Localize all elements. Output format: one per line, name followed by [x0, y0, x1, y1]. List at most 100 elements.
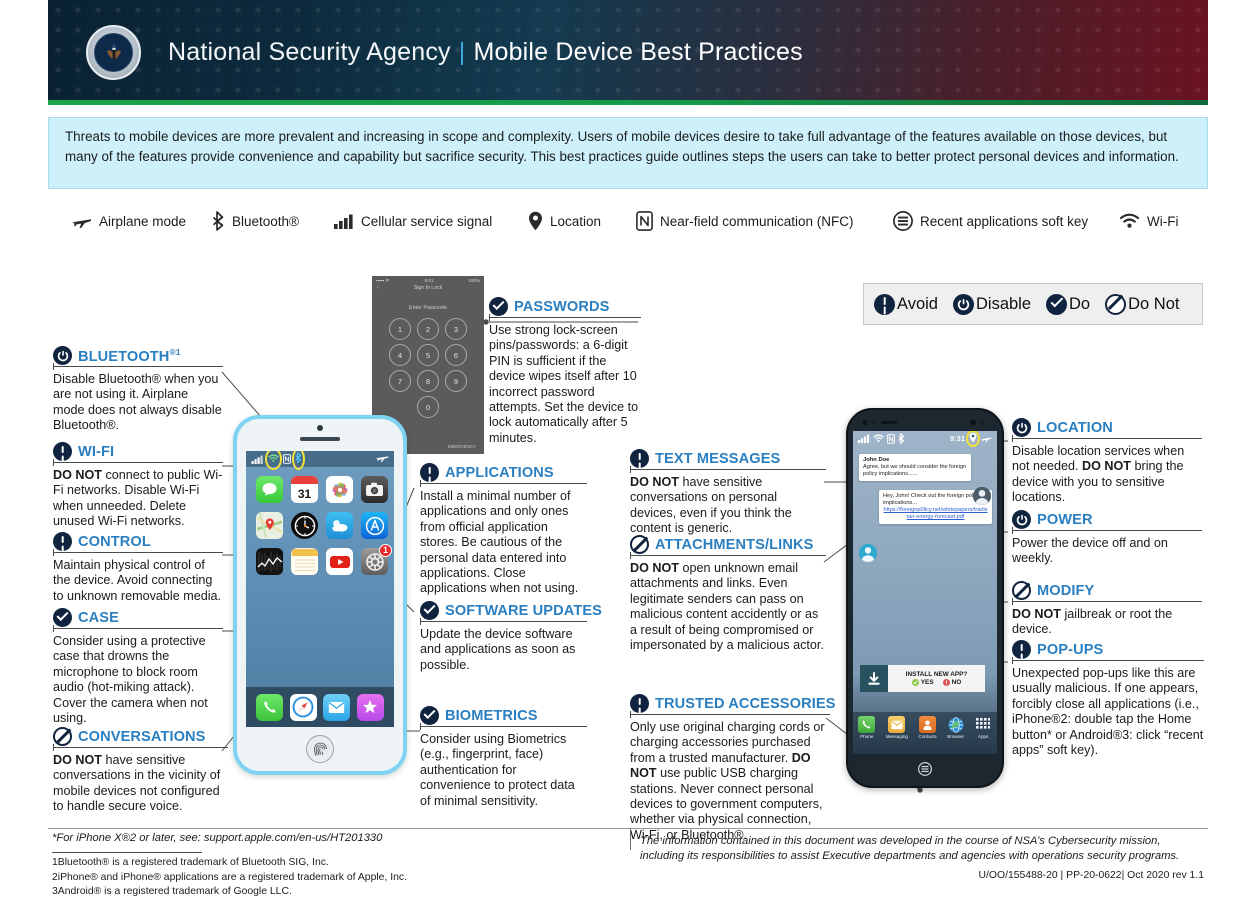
app-store-icon[interactable]	[361, 512, 388, 539]
stocks-app-icon[interactable]	[256, 548, 283, 575]
keypad-key[interactable]: 1	[389, 318, 411, 340]
footer-document-id: U/OO/155488-20 | PP-20-0622| Oct 2020 re…	[978, 870, 1204, 881]
notes-app-icon[interactable]	[291, 548, 318, 575]
callout-body-post: use public USB charging stations. Never …	[630, 766, 823, 842]
key-label: Do	[1069, 294, 1091, 313]
itunes-app-icon[interactable]	[356, 693, 384, 721]
keypad-key[interactable]: 0	[417, 396, 439, 418]
footer-trademarks: 1Bluetooth® is a registered trademark of…	[52, 852, 622, 900]
front-camera-icon	[317, 425, 323, 431]
callout-rule	[1012, 598, 1202, 605]
calendar-app-icon[interactable]: 31	[291, 476, 318, 503]
callout-rule	[630, 552, 826, 559]
do-check-icon	[489, 297, 508, 316]
keypad-key[interactable]: 6	[445, 344, 467, 366]
keypad-key[interactable]: 9	[445, 370, 467, 392]
dock-item-browser[interactable]: Browser	[947, 716, 964, 739]
keypad-key[interactable]: 4	[389, 344, 411, 366]
callout-case: CASE Consider using a protective case th…	[53, 608, 223, 726]
callout-title: TEXT MESSAGES	[655, 450, 781, 467]
camera-app-icon[interactable]	[361, 476, 388, 503]
dock-item-phone[interactable]: Phone	[858, 716, 876, 739]
callout-title-sup: ®1	[169, 346, 181, 357]
key-do: Do	[1046, 293, 1091, 315]
keypad-key[interactable]: 5	[417, 344, 439, 366]
disable-power-icon	[1012, 510, 1031, 529]
popup-yes-button[interactable]: YES	[911, 679, 934, 687]
icon-legend-row: Airplane mode Bluetooth® Cellular servic…	[62, 203, 1212, 239]
callout-rule	[1012, 527, 1202, 534]
do-not-icon	[53, 727, 72, 746]
do-not-icon	[1105, 293, 1127, 315]
callout-rule	[420, 723, 587, 730]
footer-note: *For iPhone X®2 or later, see: support.a…	[52, 832, 383, 844]
download-icon	[860, 665, 888, 692]
dock-item-contacts[interactable]: Contacts	[919, 716, 937, 739]
recent-apps-icon[interactable]	[918, 762, 932, 776]
install-app-popup[interactable]: INSTALL NEW APP? YES NO	[860, 665, 985, 692]
safari-app-icon[interactable]	[289, 693, 317, 721]
keypad-key[interactable]: 7	[389, 370, 411, 392]
keypad-key[interactable]: 8	[417, 370, 439, 392]
airplane-mode-icon	[376, 451, 389, 468]
callout-body-strong: DO NOT	[630, 475, 679, 489]
keypad-key[interactable]: 3	[445, 318, 467, 340]
airplane-mode-icon	[981, 437, 992, 443]
dock-label: Apps	[977, 734, 989, 739]
dock-label: Contacts	[918, 734, 937, 739]
dock-label: Phone	[860, 734, 874, 739]
nsa-seal	[86, 25, 141, 80]
callout-body: Power the device off and on weekly.	[1012, 536, 1168, 566]
home-button-fingerprint-icon[interactable]	[306, 735, 334, 763]
header-subtitle-text: Mobile Device Best Practices	[473, 38, 803, 66]
legend-label: Cellular service signal	[361, 213, 493, 229]
photos-app-icon[interactable]	[326, 476, 353, 503]
do-not-icon	[1012, 581, 1031, 600]
passcode-keypad[interactable]: 1 2 3 4 5 6 7 8 9 0	[372, 311, 484, 418]
wifi-icon	[873, 434, 884, 443]
clock-app-icon[interactable]	[291, 512, 318, 539]
callout-body-strong: DO NOT	[630, 561, 679, 575]
callout-rule	[53, 625, 223, 632]
key-label: Disable	[975, 294, 1032, 313]
malicious-link[interactable]: https://foreignp0licy.net/whitepapers/tr…	[883, 507, 988, 521]
callout-body-strong: DO NOT	[53, 753, 102, 767]
avoid-icon	[53, 532, 72, 551]
mail-app-icon[interactable]	[323, 693, 351, 721]
lockscreen-statusbar: ▪▪▪▪▪ ᯤ 9:41 100%	[372, 276, 484, 284]
emergency-button[interactable]: EMERGENCY	[448, 444, 476, 449]
phone-app-icon[interactable]	[256, 693, 284, 721]
do-check-icon	[420, 601, 439, 620]
bluetooth-icon-highlighted	[292, 451, 305, 470]
dock-item-messaging[interactable]: Messaging	[886, 716, 908, 739]
browser-dock-icon	[947, 716, 964, 733]
callout-body: DO NOT have sensitive conversations on p…	[630, 475, 826, 537]
callout-trusted-accessories: TRUSTED ACCESSORIES Only use original ch…	[630, 694, 835, 843]
callout-title: PASSWORDS	[514, 298, 610, 315]
maps-app-icon[interactable]	[256, 512, 283, 539]
legend-label: Airplane mode	[99, 213, 187, 229]
settings-app-icon[interactable]: 1	[361, 544, 392, 575]
android-soft-keys[interactable]	[848, 756, 1002, 782]
weather-app-icon[interactable]	[326, 512, 353, 539]
callout-text-messages: TEXT MESSAGES DO NOT have sensitive conv…	[630, 449, 826, 537]
dock-label: Messaging	[885, 734, 908, 739]
key-do-not: Do Not	[1105, 293, 1179, 315]
disable-power-icon	[53, 346, 72, 365]
dock-item-apps[interactable]: Apps	[975, 716, 992, 739]
wifi-icon	[1119, 213, 1140, 229]
settings-badge-count: 1	[379, 544, 392, 557]
callout-software-updates: SOFTWARE UPDATES Update the device softw…	[420, 601, 602, 673]
back-chevron-icon[interactable]: ‹	[377, 285, 379, 291]
youtube-app-icon[interactable]	[326, 548, 353, 575]
popup-no-button[interactable]: NO	[942, 679, 961, 687]
callout-body: Use strong lock-screen pins/passwords: a…	[489, 323, 639, 445]
messages-app-icon[interactable]	[256, 476, 283, 503]
intro-paragraph: Threats to mobile devices are more preva…	[48, 117, 1208, 189]
header-green-stripe	[48, 100, 1208, 105]
keypad-key[interactable]: 2	[417, 318, 439, 340]
callout-body: Only use original charging cords or char…	[630, 720, 830, 843]
callout-rule	[1012, 657, 1204, 664]
callout-title: TRUSTED ACCESSORIES	[655, 695, 836, 712]
callout-title: APPLICATIONS	[445, 464, 554, 481]
